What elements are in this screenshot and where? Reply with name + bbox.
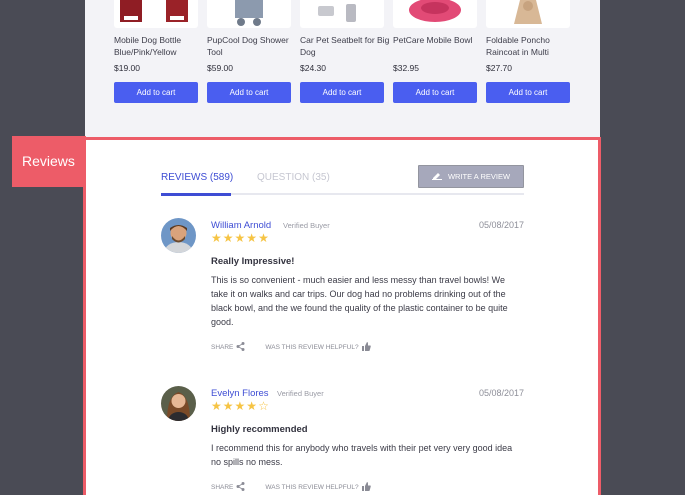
product-card[interactable]: Car Pet Seatbelt for Big Dog $24.30 Add …	[300, 0, 389, 103]
product-name[interactable]: Mobile Dog Bottle Blue/Pink/Yellow	[114, 34, 204, 58]
review-actions: SHARE WAS THIS REVIEW HELPFUL?	[211, 342, 371, 353]
reviews-callout: Reviews	[12, 136, 94, 187]
reviewer-name[interactable]: Evelyn Flores	[211, 388, 269, 399]
avatar	[161, 386, 196, 421]
star-icon: ★	[211, 399, 222, 413]
add-to-cart-button[interactable]: Add to cart	[114, 82, 198, 103]
add-to-cart-button[interactable]: Add to cart	[486, 82, 570, 103]
product-image[interactable]	[486, 0, 570, 28]
share-label[interactable]: SHARE	[211, 484, 233, 491]
verified-badge: Verified Buyer	[283, 221, 330, 230]
star-icon: ★	[246, 231, 258, 245]
add-to-cart-button[interactable]: Add to cart	[300, 82, 384, 103]
review-text: This is so convenient - much easier and …	[211, 275, 508, 327]
helpful-label: WAS THIS REVIEW HELPFUL?	[265, 344, 359, 351]
star-icon: ★	[222, 231, 234, 245]
product-card[interactable]: PetCare Mobile Bowl $32.95 Add to cart	[393, 0, 477, 103]
reviewer-name[interactable]: William Arnold	[211, 220, 271, 231]
reviews-content: REVIEWS (589) QUESTION (35) WRITE A REVI…	[161, 160, 524, 491]
share-icon[interactable]	[236, 482, 245, 493]
add-to-cart-button[interactable]: Add to cart	[393, 82, 477, 103]
product-price: $19.00	[114, 63, 140, 73]
review-actions: SHARE WAS THIS REVIEW HELPFUL?	[211, 482, 371, 493]
star-icon: ★	[234, 399, 246, 413]
reviews-tabs: REVIEWS (589) QUESTION (35) WRITE A REVI…	[161, 160, 524, 197]
avatar	[161, 218, 196, 253]
star-rating: ★ ★ ★ ★ ★	[211, 232, 269, 244]
product-price: $59.00	[207, 63, 233, 73]
review-date: 05/08/2017	[478, 388, 524, 398]
star-icon: ★	[222, 399, 234, 413]
share-label[interactable]: SHARE	[211, 344, 233, 351]
pencil-icon	[431, 171, 442, 182]
thumbs-up-icon[interactable]	[361, 482, 371, 493]
product-name[interactable]: PetCare Mobile Bowl	[393, 34, 483, 46]
star-rating: ★ ★ ★ ★ ☆	[211, 400, 269, 412]
product-price: $32.95	[393, 63, 419, 73]
review-item: William Arnold Verified Buyer 05/08/2017…	[161, 218, 524, 358]
product-image[interactable]	[114, 0, 198, 28]
tab-reviews[interactable]: REVIEWS (589)	[161, 172, 233, 183]
product-name[interactable]: Foldable Poncho Raincoat in Multi	[486, 34, 576, 58]
write-review-button[interactable]: WRITE A REVIEW	[418, 165, 524, 188]
tab-questions[interactable]: QUESTION (35)	[257, 172, 330, 183]
star-icon: ★	[258, 231, 269, 245]
product-name[interactable]: Car Pet Seatbelt for Big Dog	[300, 34, 390, 58]
product-card[interactable]: Mobile Dog Bottle Blue/Pink/Yellow $19.0…	[114, 0, 198, 103]
review-date: 05/08/2017	[478, 220, 524, 230]
product-price: $27.70	[486, 63, 512, 73]
review-title: Highly recommended	[211, 424, 308, 435]
product-name[interactable]: PupCool Dog Shower Tool	[207, 34, 297, 58]
star-icon: ★	[234, 231, 246, 245]
related-products-panel: Mobile Dog Bottle Blue/Pink/Yellow $19.0…	[85, 0, 600, 140]
share-icon[interactable]	[236, 342, 245, 353]
thumbs-up-icon[interactable]	[361, 342, 371, 353]
star-icon: ★	[211, 231, 222, 245]
active-tab-indicator	[161, 193, 231, 196]
product-card[interactable]: Foldable Poncho Raincoat in Multi $27.70…	[486, 0, 570, 103]
write-review-label: WRITE A REVIEW	[447, 172, 511, 181]
star-outline-icon: ☆	[258, 399, 269, 413]
add-to-cart-button[interactable]: Add to cart	[207, 82, 291, 103]
verified-badge: Verified Buyer	[277, 389, 324, 398]
review-title: Really Impressive!	[211, 256, 295, 267]
product-image[interactable]	[300, 0, 384, 28]
product-image[interactable]	[207, 0, 291, 28]
review-text: I recommend this for anybody who travels…	[211, 443, 513, 467]
helpful-label: WAS THIS REVIEW HELPFUL?	[265, 484, 359, 491]
product-price: $24.30	[300, 63, 326, 73]
review-item: Evelyn Flores Verified Buyer 05/08/2017 …	[161, 386, 524, 495]
product-image[interactable]	[393, 0, 477, 28]
product-card[interactable]: PupCool Dog Shower Tool $59.00 Add to ca…	[207, 0, 291, 103]
star-icon: ★	[246, 399, 258, 413]
